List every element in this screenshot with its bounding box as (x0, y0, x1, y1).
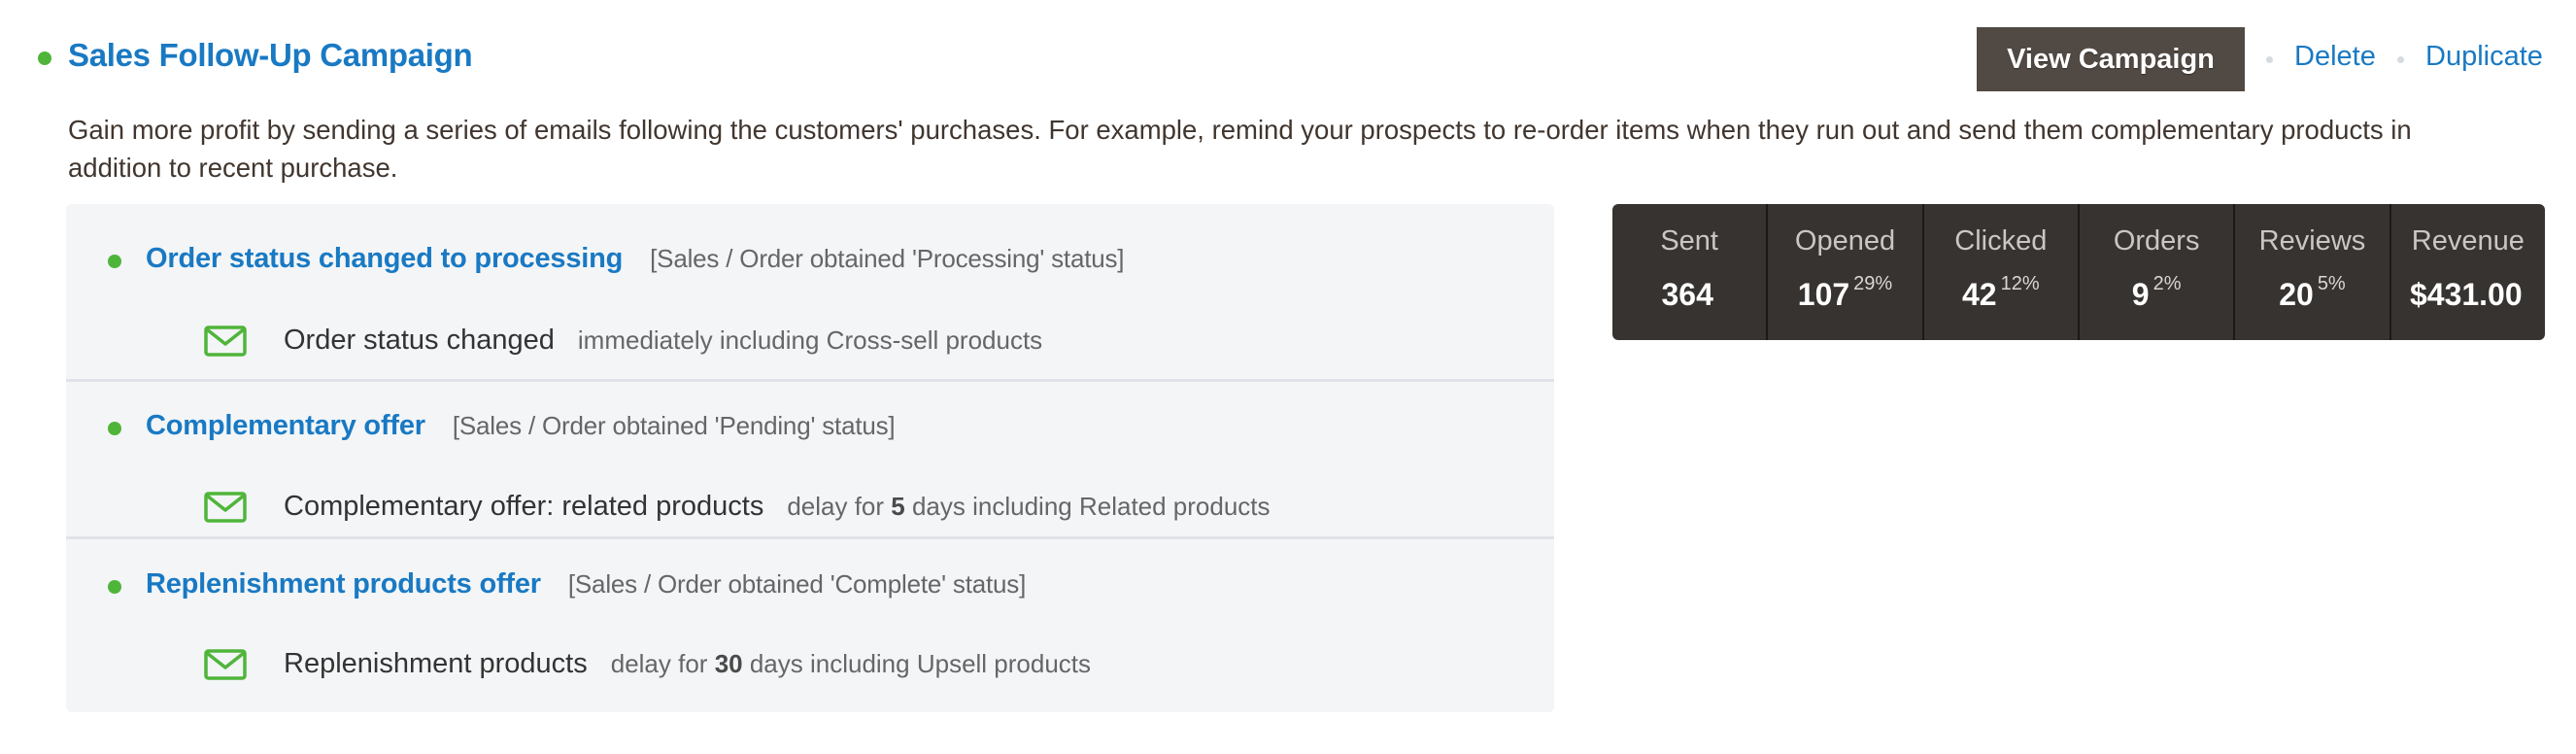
campaign-description: Gain more profit by sending a series of … (68, 115, 2412, 183)
chain-item: Replenishment products offer [Sales / Ord… (66, 539, 1554, 712)
chain-item: Complementary offer [Sales / Order obtain… (66, 382, 1554, 536)
email-step: Replenishment products delay for 30 days… (204, 648, 1091, 680)
duplicate-link[interactable]: Duplicate (2425, 41, 2543, 73)
envelope-icon (204, 491, 247, 523)
delete-link[interactable]: Delete (2294, 41, 2376, 73)
chain-heading-text: Complementary offer (146, 410, 425, 441)
chain-heading-text: Order status changed to processing (146, 243, 624, 274)
envelope-icon (204, 648, 247, 680)
separator-dot (2266, 56, 2273, 63)
stat-number: 42 (1962, 277, 1997, 312)
stat-opened: Opened 107 29% (1766, 204, 1921, 340)
chain-heading-link[interactable]: Complementary offer [Sales / Order obtain… (146, 410, 896, 442)
stat-label: Revenue (2411, 225, 2525, 257)
stat-percent: 29% (1853, 273, 1893, 294)
chain-heading-link[interactable]: Order status changed to processing [Sales… (146, 243, 1125, 275)
detail-bold: 30 (714, 649, 743, 678)
view-campaign-button[interactable]: View Campaign (1977, 27, 2245, 91)
stat-number: 364 (1661, 277, 1713, 312)
stat-label: Reviews (2258, 225, 2366, 257)
stat-percent: 12% (2000, 273, 2040, 294)
stat-number: 20 (2279, 277, 2314, 312)
email-step: Complementary offer: related products de… (204, 491, 1271, 523)
chain-status-indicator (108, 580, 121, 594)
separator-dot (2397, 56, 2404, 63)
stat-value: 42 12% (1924, 273, 2078, 313)
email-detail: delay for 5 days including Related produ… (787, 492, 1270, 522)
envelope-icon (204, 325, 247, 357)
stat-label: Opened (1794, 225, 1896, 257)
email-detail: delay for 30 days including Upsell produ… (611, 649, 1091, 679)
stat-sent: Sent 364 (1612, 204, 1766, 340)
chain-status-indicator (108, 422, 121, 435)
chain-trigger: [Sales / Order obtained 'Pending' status… (452, 411, 896, 440)
stat-percent: 5% (2317, 273, 2346, 294)
email-name: Complementary offer: related products (284, 491, 764, 522)
campaign-stats: Sent 364 Opened 107 29% Clicked 42 12% Ord… (1612, 204, 2545, 340)
stat-revenue: Revenue $431.00 (2389, 204, 2545, 340)
campaign-status-indicator (38, 51, 51, 65)
stat-value: 9 2% (2080, 273, 2233, 313)
email-name: Order status changed (284, 325, 555, 356)
stat-value: 364 (1612, 277, 1766, 313)
detail-suffix: days including Upsell products (742, 649, 1092, 678)
stat-number: 9 (2131, 277, 2150, 312)
chain-heading-link[interactable]: Replenishment products offer [Sales / Ord… (146, 568, 1026, 600)
campaign-chain-panel: Order status changed to processing [Sales… (66, 204, 1554, 712)
stat-orders: Orders 9 2% (2077, 204, 2233, 340)
stat-label: Clicked (1954, 225, 2048, 257)
detail-bold: 5 (891, 492, 905, 521)
email-detail: immediately including Cross-sell product… (578, 326, 1042, 356)
campaign-title-link[interactable]: Sales Follow-Up Campaign (68, 37, 473, 74)
chain-heading-text: Replenishment products offer (146, 568, 541, 600)
chain-item: Order status changed to processing [Sales… (66, 204, 1554, 379)
stat-value: 107 29% (1768, 273, 1921, 313)
detail-prefix: immediately including Cross-sell product… (577, 326, 1043, 355)
chain-trigger: [Sales / Order obtained 'Complete' statu… (567, 569, 1027, 599)
chain-trigger: [Sales / Order obtained 'Processing' sta… (650, 244, 1125, 273)
detail-prefix: delay for (610, 649, 715, 678)
stat-reviews: Reviews 20 5% (2233, 204, 2389, 340)
stat-percent: 2% (2152, 273, 2182, 294)
stat-label: Sent (1660, 225, 1718, 257)
email-step: Order status changed immediately includi… (204, 325, 1042, 357)
stat-value: $431.00 (2391, 277, 2545, 313)
detail-prefix: delay for (787, 492, 892, 521)
stat-clicked: Clicked 42 12% (1921, 204, 2078, 340)
chain-status-indicator (108, 255, 121, 268)
stat-value: 20 5% (2235, 273, 2389, 313)
stat-label: Orders (2113, 225, 2200, 257)
email-name: Replenishment products (284, 648, 588, 679)
stat-number: 107 (1797, 277, 1850, 312)
detail-suffix: days including Related products (904, 492, 1271, 521)
stat-number: $431.00 (2409, 277, 2523, 312)
